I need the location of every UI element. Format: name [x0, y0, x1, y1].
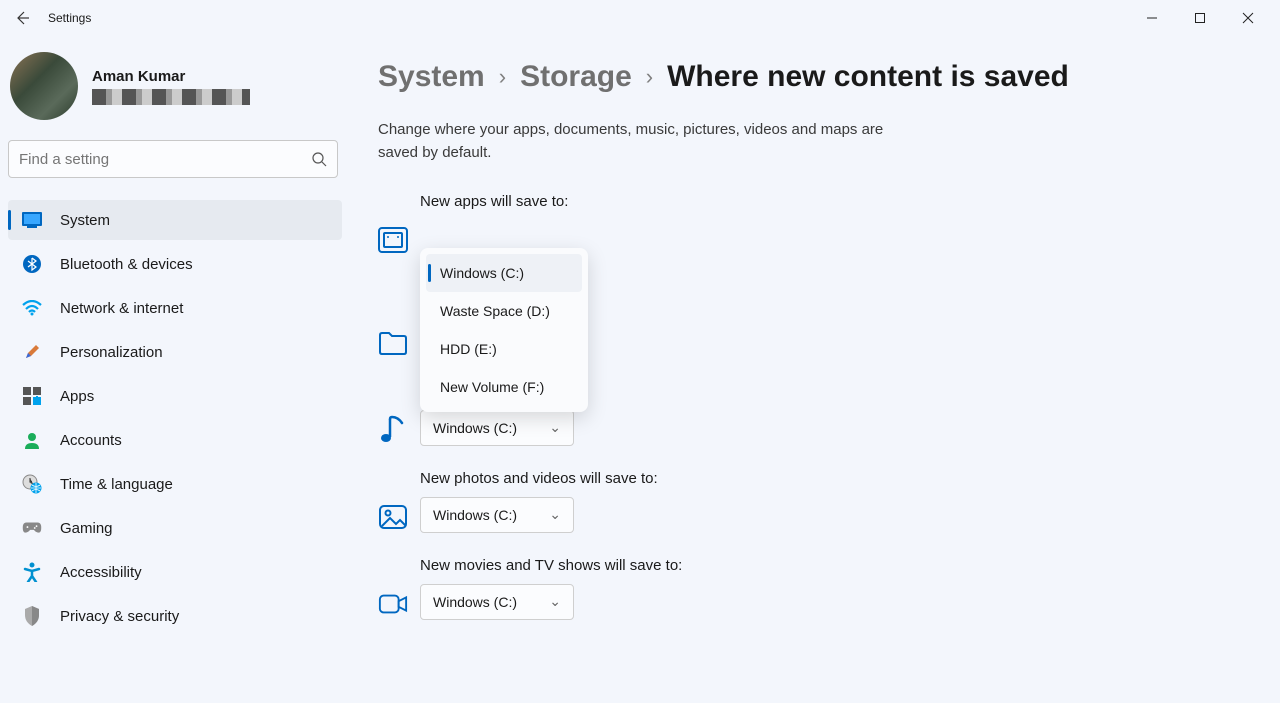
sidebar-item-label: Network & internet — [60, 300, 183, 317]
system-icon — [22, 210, 42, 230]
sidebar-item-accounts[interactable]: Accounts — [8, 420, 342, 460]
breadcrumb-system[interactable]: System — [378, 60, 485, 94]
clock-globe-icon — [22, 474, 42, 494]
person-icon — [22, 430, 42, 450]
folder-icon — [378, 328, 408, 358]
setting-label: New photos and videos will save to: — [420, 470, 1256, 487]
sidebar-item-gaming[interactable]: Gaming — [8, 508, 342, 548]
back-button[interactable] — [8, 4, 36, 32]
dropdown-menu-apps: Windows (C:) Waste Space (D:) HDD (E:) N… — [420, 248, 588, 412]
setting-label: New movies and TV shows will save to: — [420, 557, 1256, 574]
sidebar-item-label: Personalization — [60, 344, 163, 361]
sidebar-item-label: Privacy & security — [60, 608, 179, 625]
chevron-down-icon: ⌄ — [549, 506, 561, 523]
dropdown-value: Windows (C:) — [433, 420, 517, 436]
sidebar-item-personalization[interactable]: Personalization — [8, 332, 342, 372]
dropdown-option-waste-space-d[interactable]: Waste Space (D:) — [426, 292, 582, 330]
search-icon — [311, 151, 327, 167]
bluetooth-icon — [22, 254, 42, 274]
sidebar-item-label: Bluetooth & devices — [60, 256, 193, 273]
breadcrumb: System › Storage › Where new content is … — [378, 60, 1256, 94]
chevron-down-icon: ⌄ — [549, 419, 561, 436]
gamepad-icon — [22, 518, 42, 538]
chevron-down-icon: ⌄ — [549, 593, 561, 610]
dropdown-movies[interactable]: Windows (C:) ⌄ — [420, 584, 574, 620]
dropdown-option-label: Windows (C:) — [440, 265, 524, 281]
profile-text: Aman Kumar — [92, 68, 250, 105]
dropdown-option-windows-c[interactable]: Windows (C:) — [426, 254, 582, 292]
avatar — [10, 52, 78, 120]
main-content: System › Storage › Where new content is … — [350, 36, 1280, 703]
app-title: Settings — [48, 11, 91, 25]
photo-icon — [378, 502, 408, 532]
dropdown-option-new-volume-f[interactable]: New Volume (F:) — [426, 368, 582, 406]
sidebar-item-network[interactable]: Network & internet — [8, 288, 342, 328]
dropdown-option-label: New Volume (F:) — [440, 379, 544, 395]
maximize-button[interactable] — [1176, 2, 1224, 34]
dropdown-music[interactable]: Windows (C:) ⌄ — [420, 410, 574, 446]
sidebar-item-time-language[interactable]: Time & language — [8, 464, 342, 504]
shield-icon — [22, 606, 42, 626]
sidebar-item-label: System — [60, 212, 110, 229]
setting-label: New apps will save to: — [420, 193, 1256, 210]
dropdown-option-label: HDD (E:) — [440, 341, 497, 357]
setting-row-apps: New apps will save to: Windows (C:) Wast… — [420, 193, 1256, 256]
profile-block[interactable]: Aman Kumar — [8, 44, 342, 136]
maximize-icon — [1194, 12, 1206, 24]
dropdown-value: Windows (C:) — [433, 594, 517, 610]
breadcrumb-current: Where new content is saved — [667, 60, 1069, 94]
dropdown-value: Windows (C:) — [433, 507, 517, 523]
close-icon — [1242, 12, 1254, 24]
wifi-icon — [22, 298, 42, 318]
chevron-right-icon: › — [646, 64, 653, 90]
sidebar-item-apps[interactable]: Apps — [8, 376, 342, 416]
sidebar-nav: System Bluetooth & devices Network & int… — [8, 200, 342, 636]
profile-name: Aman Kumar — [92, 68, 250, 85]
sidebar-item-label: Time & language — [60, 476, 173, 493]
setting-row-movies: New movies and TV shows will save to: Wi… — [420, 557, 1256, 620]
profile-email-redacted — [92, 89, 250, 105]
accessibility-icon — [22, 562, 42, 582]
music-note-icon — [378, 415, 408, 445]
arrow-left-icon — [14, 10, 30, 26]
dropdown-photos[interactable]: Windows (C:) ⌄ — [420, 497, 574, 533]
page-description: Change where your apps, documents, music… — [378, 118, 918, 165]
search-input[interactable] — [19, 151, 311, 168]
minimize-button[interactable] — [1128, 2, 1176, 34]
window-controls — [1128, 2, 1272, 34]
setting-row-photos: New photos and videos will save to: Wind… — [420, 470, 1256, 533]
sidebar-item-label: Gaming — [60, 520, 113, 537]
chevron-right-icon: › — [499, 64, 506, 90]
minimize-icon — [1146, 12, 1158, 24]
sidebar-item-privacy[interactable]: Privacy & security — [8, 596, 342, 636]
sidebar-item-bluetooth[interactable]: Bluetooth & devices — [8, 244, 342, 284]
sidebar-item-label: Apps — [60, 388, 94, 405]
app-body: Aman Kumar System Bluetooth & devices Ne… — [0, 36, 1280, 703]
close-button[interactable] — [1224, 2, 1272, 34]
sidebar-item-accessibility[interactable]: Accessibility — [8, 552, 342, 592]
sidebar: Aman Kumar System Bluetooth & devices Ne… — [0, 36, 350, 703]
video-icon — [378, 589, 408, 619]
dropdown-option-label: Waste Space (D:) — [440, 303, 550, 319]
search-box[interactable] — [8, 140, 338, 178]
breadcrumb-storage[interactable]: Storage — [520, 60, 632, 94]
sidebar-item-system[interactable]: System — [8, 200, 342, 240]
paintbrush-icon — [22, 342, 42, 362]
dropdown-option-hdd-e[interactable]: HDD (E:) — [426, 330, 582, 368]
sidebar-item-label: Accessibility — [60, 564, 142, 581]
disk-icon — [378, 225, 408, 255]
sidebar-item-label: Accounts — [60, 432, 122, 449]
apps-icon — [22, 386, 42, 406]
titlebar-left: Settings — [8, 4, 91, 32]
titlebar: Settings — [0, 0, 1280, 36]
